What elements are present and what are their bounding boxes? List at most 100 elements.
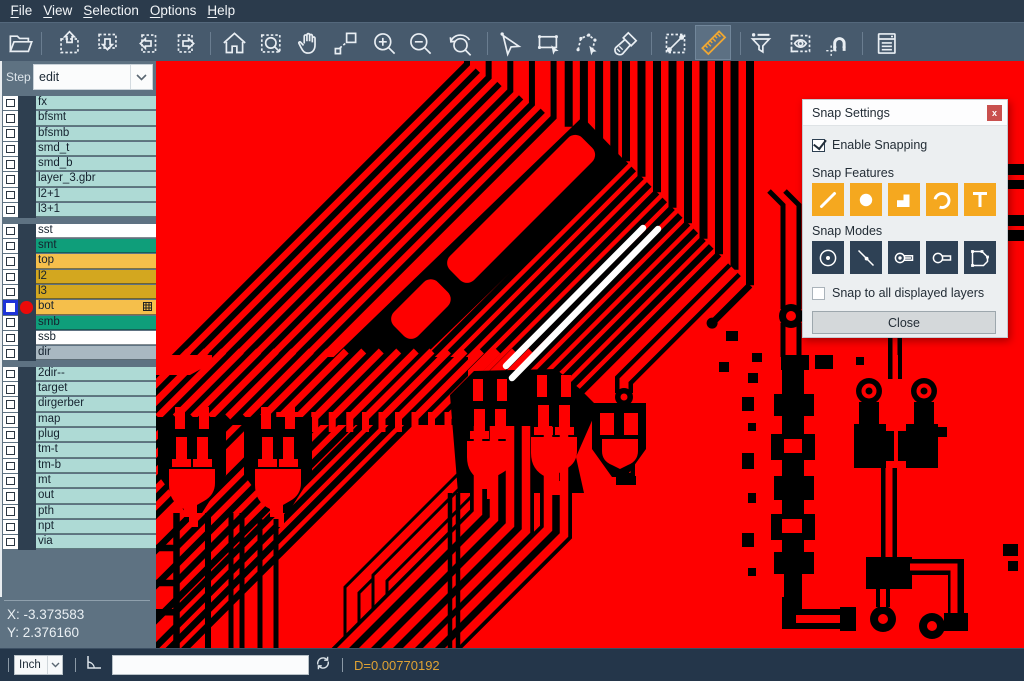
layer-name[interactable]: bot — [36, 300, 157, 314]
layer-active-indicator[interactable] — [18, 172, 36, 187]
menu-item-selection[interactable]: Selection — [78, 0, 145, 22]
menu-item-options[interactable]: Options — [144, 0, 202, 22]
dialog-close-button[interactable]: x — [987, 105, 1002, 121]
dialog-title-bar[interactable]: Snap Settings x — [803, 100, 1007, 126]
snap-pad-button[interactable] — [850, 183, 882, 216]
measure-input[interactable] — [112, 655, 309, 675]
layer-active-indicator[interactable] — [18, 520, 36, 535]
layer-active-indicator[interactable] — [18, 443, 36, 458]
layer-visibility-checkbox[interactable] — [3, 127, 19, 141]
toolbar-import-left-button[interactable] — [130, 27, 162, 59]
layer-name[interactable]: pth — [36, 505, 157, 519]
layer-visibility-checkbox[interactable] — [3, 316, 19, 330]
menu-item-view[interactable]: View — [38, 0, 78, 22]
layer-name[interactable]: map — [36, 413, 157, 427]
layer-active-indicator[interactable] — [18, 270, 36, 285]
layer-active-indicator[interactable] — [18, 331, 36, 346]
layer-visibility-checkbox[interactable] — [3, 300, 19, 314]
step-select[interactable]: edit — [33, 64, 153, 90]
layer-active-indicator[interactable] — [18, 127, 36, 142]
layer-name[interactable]: via — [36, 535, 157, 549]
layer-visibility-checkbox[interactable] — [3, 367, 19, 381]
layer-active-indicator[interactable] — [18, 346, 36, 361]
snap-center-button[interactable] — [812, 241, 844, 274]
layer-name[interactable]: smb — [36, 316, 157, 330]
layer-visibility-checkbox[interactable] — [3, 331, 19, 345]
dialog-close-action-button[interactable]: Close — [812, 311, 996, 334]
layer-active-indicator[interactable] — [18, 382, 36, 397]
toolbar-home-view-button[interactable] — [218, 27, 250, 59]
layer-active-indicator[interactable] — [18, 96, 36, 111]
snap-pad-outline-button[interactable] — [926, 241, 958, 274]
layer-active-indicator[interactable] — [18, 254, 36, 269]
layer-visibility-checkbox[interactable] — [3, 443, 19, 457]
snap-all-layers-checkbox[interactable] — [812, 287, 825, 300]
refresh-icon[interactable] — [315, 655, 331, 676]
layer-active-indicator[interactable] — [18, 489, 36, 504]
layer-active-indicator[interactable] — [18, 535, 36, 550]
toolbar-measure-ruler-button[interactable] — [695, 25, 731, 60]
layer-active-indicator[interactable] — [18, 300, 36, 315]
layer-name[interactable]: ssb — [36, 331, 157, 345]
angle-measure-icon[interactable] — [86, 655, 103, 675]
toolbar-view-options-button[interactable] — [784, 27, 816, 59]
layer-name[interactable]: tm-t — [36, 443, 157, 457]
toolbar-import-up-button[interactable] — [53, 27, 85, 59]
toolbar-pan-button[interactable] — [292, 27, 324, 59]
layer-name[interactable]: dir — [36, 346, 157, 360]
toolbar-zoom-previous-button[interactable] — [444, 27, 476, 59]
layer-active-indicator[interactable] — [18, 188, 36, 203]
layer-name[interactable]: bfsmt — [36, 111, 157, 125]
snap-text-button[interactable] — [964, 183, 996, 216]
layer-name[interactable]: mt — [36, 474, 157, 488]
snap-closest-button[interactable] — [850, 241, 882, 274]
layer-name[interactable]: l2 — [36, 270, 157, 284]
layer-active-indicator[interactable] — [18, 157, 36, 172]
toolbar-measure-point-button[interactable] — [659, 27, 691, 59]
toolbar-filter-button[interactable] — [745, 27, 777, 59]
layer-visibility-checkbox[interactable] — [3, 254, 19, 268]
snap-surface-button[interactable] — [888, 183, 920, 216]
toolbar-open-file-button[interactable] — [4, 27, 36, 59]
layer-visibility-checkbox[interactable] — [3, 142, 19, 156]
layer-active-indicator[interactable] — [18, 111, 36, 126]
layer-name[interactable]: fx — [36, 96, 157, 110]
layer-name[interactable]: bfsmb — [36, 127, 157, 141]
layer-visibility-checkbox[interactable] — [3, 520, 19, 534]
layer-name[interactable]: out — [36, 489, 157, 503]
layer-active-indicator[interactable] — [18, 474, 36, 489]
layer-visibility-checkbox[interactable] — [3, 489, 19, 503]
layer-name[interactable]: l2+1 — [36, 188, 157, 202]
toolbar-select-polygon-button[interactable] — [570, 27, 602, 59]
layer-visibility-checkbox[interactable] — [3, 188, 19, 202]
layer-visibility-checkbox[interactable] — [3, 459, 19, 473]
layer-active-indicator[interactable] — [18, 459, 36, 474]
layer-visibility-checkbox[interactable] — [3, 535, 19, 549]
layer-visibility-checkbox[interactable] — [3, 346, 19, 360]
layer-visibility-checkbox[interactable] — [3, 157, 19, 171]
toolbar-zoom-window-button[interactable] — [256, 27, 288, 59]
layer-visibility-checkbox[interactable] — [3, 111, 19, 125]
menu-item-help[interactable]: Help — [202, 0, 241, 22]
layer-active-indicator[interactable] — [18, 397, 36, 412]
layer-visibility-checkbox[interactable] — [3, 270, 19, 284]
layer-active-indicator[interactable] — [18, 239, 36, 254]
toolbar-snap-button[interactable] — [821, 27, 853, 59]
layer-name[interactable]: dirgerber — [36, 397, 157, 411]
layer-name[interactable]: top — [36, 254, 157, 268]
layer-visibility-checkbox[interactable] — [3, 239, 19, 253]
layer-active-indicator[interactable] — [18, 367, 36, 382]
snap-line-button[interactable] — [812, 183, 844, 216]
layer-name[interactable]: 2dir-- — [36, 367, 157, 381]
enable-snapping-checkbox[interactable] — [812, 139, 825, 152]
layer-name[interactable]: plug — [36, 428, 157, 442]
layer-visibility-checkbox[interactable] — [3, 474, 19, 488]
layer-name[interactable]: tm-b — [36, 459, 157, 473]
toolbar-clean-selection-button[interactable] — [609, 27, 641, 59]
toolbar-zoom-object-button[interactable] — [329, 27, 361, 59]
layer-active-indicator[interactable] — [18, 203, 36, 218]
layer-visibility-checkbox[interactable] — [3, 203, 19, 217]
layer-visibility-checkbox[interactable] — [3, 382, 19, 396]
toolbar-select-rectangle-button[interactable] — [532, 27, 564, 59]
layer-active-indicator[interactable] — [18, 413, 36, 428]
